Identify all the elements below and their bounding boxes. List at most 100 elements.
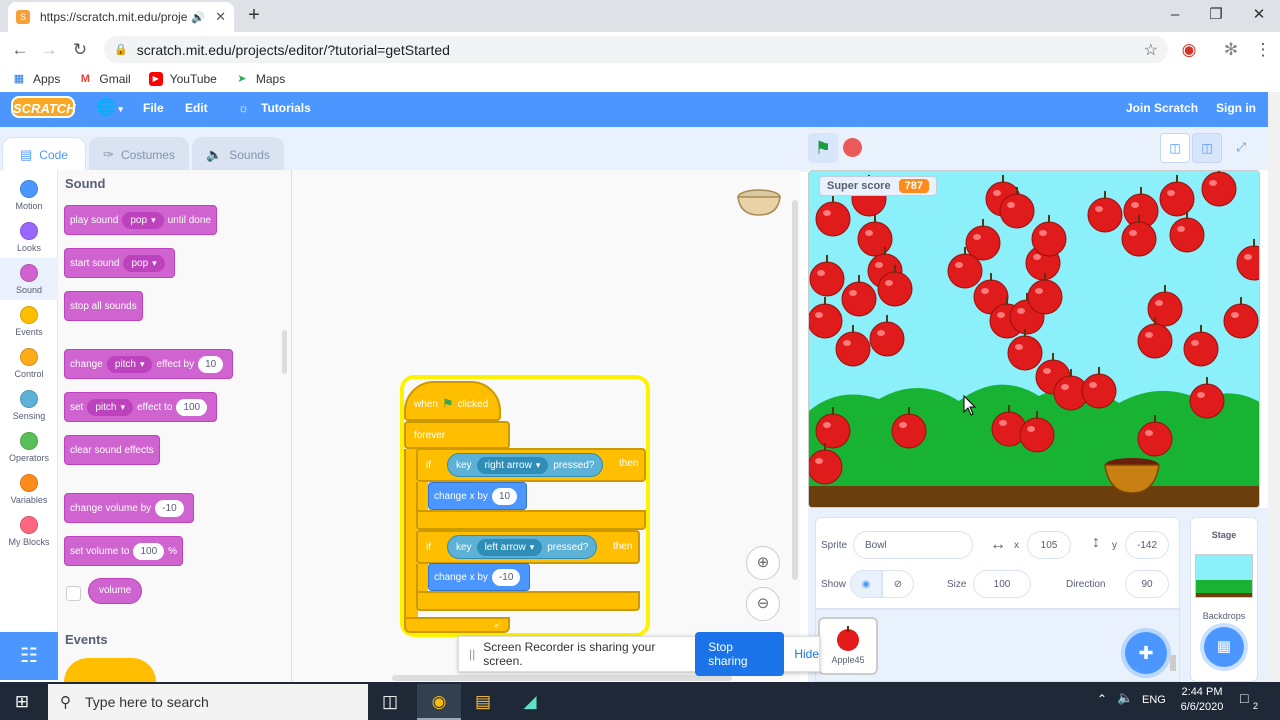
direction-input[interactable]: 90: [1125, 570, 1169, 598]
tab-code[interactable]: ▤ Code: [2, 137, 86, 172]
taskbar-clock[interactable]: 2:44 PM 6/6/2020: [1172, 685, 1232, 715]
recording-icon[interactable]: ◉: [1178, 39, 1200, 61]
volume-monitor-checkbox[interactable]: [66, 586, 81, 601]
page-scrollbar[interactable]: [1268, 92, 1280, 682]
x-input[interactable]: 105: [1027, 531, 1071, 559]
bookmark-maps[interactable]: ➤ Maps: [235, 72, 285, 86]
chrome-menu-icon[interactable]: ⋮: [1252, 39, 1274, 61]
effect-to-input[interactable]: 100: [176, 398, 208, 416]
fullscreen-button[interactable]: ⤢: [1226, 133, 1256, 163]
zoom-out-button[interactable]: ⊖: [746, 587, 780, 621]
key-dropdown[interactable]: left arrow: [476, 538, 543, 556]
sound-dropdown[interactable]: pop: [123, 254, 165, 272]
category-my-blocks[interactable]: My Blocks: [0, 510, 58, 552]
set-volume-input[interactable]: 100: [133, 542, 165, 560]
app-taskbar-icon[interactable]: ◢: [508, 684, 552, 720]
extension-icon[interactable]: ✻: [1220, 39, 1242, 61]
category-sound[interactable]: Sound: [0, 258, 58, 300]
show-hidden-button[interactable]: ⊘: [882, 570, 914, 598]
category-events[interactable]: Events: [0, 300, 58, 342]
change-x-input[interactable]: -10: [491, 568, 521, 586]
green-flag-button[interactable]: ⚑: [808, 133, 838, 163]
script-horizontal-scrollbar[interactable]: [392, 675, 732, 681]
add-extension-button[interactable]: ☷: [0, 632, 58, 680]
add-backdrop-button[interactable]: ▦: [1204, 627, 1244, 667]
language-indicator[interactable]: ENG: [1142, 694, 1166, 706]
back-icon[interactable]: ←: [9, 39, 31, 61]
small-stage-button[interactable]: ◫: [1160, 133, 1190, 163]
block-stop-all-sounds[interactable]: stop all sounds: [64, 291, 143, 321]
category-looks[interactable]: Looks: [0, 216, 58, 258]
effect-dropdown[interactable]: pitch: [87, 398, 133, 416]
drag-handle-icon[interactable]: ||: [469, 647, 475, 661]
bookmark-gmail[interactable]: M Gmail: [78, 72, 131, 86]
sign-in-link[interactable]: Sign in: [1216, 98, 1256, 118]
windows-start-icon[interactable]: ⊞: [0, 684, 44, 720]
stop-sharing-button[interactable]: Stop sharing: [695, 632, 785, 676]
new-tab-button[interactable]: +: [244, 5, 264, 25]
block-play-sound-until-done[interactable]: play sound pop until done: [64, 205, 217, 235]
reload-icon[interactable]: ↻: [69, 39, 91, 61]
stage-canvas[interactable]: [808, 170, 1260, 508]
block-change-x-by-10[interactable]: change x by 10: [428, 482, 528, 510]
minimize-icon[interactable]: –: [1160, 4, 1190, 26]
size-input[interactable]: 100: [973, 570, 1031, 598]
address-bar[interactable]: 🔒 scratch.mit.edu/projects/editor/?tutor…: [104, 36, 1168, 63]
add-sprite-button[interactable]: ✚: [1125, 632, 1167, 674]
hide-recorder-link[interactable]: Hide: [794, 647, 819, 661]
tutorials-icon[interactable]: ☼: [238, 98, 249, 118]
y-input[interactable]: -142: [1125, 531, 1169, 559]
chrome-taskbar-icon[interactable]: ◉: [417, 684, 461, 720]
block-when-flag-clicked-partial[interactable]: [64, 658, 156, 682]
file-explorer-icon[interactable]: ▤: [461, 684, 505, 720]
close-window-icon[interactable]: ✕: [1244, 4, 1274, 26]
tray-expand-icon[interactable]: ⌃: [1097, 692, 1107, 706]
block-key-right-arrow-pressed[interactable]: key right arrow pressed?: [447, 453, 604, 477]
effect-by-input[interactable]: 10: [198, 355, 224, 373]
sprite-name-input[interactable]: Bowl: [853, 531, 973, 559]
category-sensing[interactable]: Sensing: [0, 384, 58, 426]
block-change-effect-by[interactable]: change pitch effect by 10: [64, 349, 234, 379]
volume-icon[interactable]: 🔈: [1117, 690, 1133, 706]
block-set-volume-to[interactable]: set volume to 100 %: [64, 536, 184, 566]
script-vertical-scrollbar[interactable]: [792, 200, 798, 580]
bookmark-youtube[interactable]: ▶ YouTube: [148, 72, 217, 86]
block-change-volume-by[interactable]: change volume by -10: [64, 493, 194, 523]
sound-dropdown[interactable]: pop: [122, 211, 164, 229]
category-variables[interactable]: Variables: [0, 468, 58, 510]
tab-costumes[interactable]: ✑ Costumes: [89, 137, 189, 172]
browser-tab[interactable]: S https://scratch.mit.edu/proje 🔊 ✕: [8, 2, 234, 32]
block-forever[interactable]: forever: [404, 421, 510, 449]
key-dropdown[interactable]: right arrow: [476, 456, 549, 474]
notification-icon[interactable]: □: [1240, 690, 1248, 706]
menu-edit[interactable]: Edit: [185, 98, 208, 118]
normal-stage-button[interactable]: ◫: [1192, 133, 1222, 163]
menu-tutorials[interactable]: Tutorials: [261, 98, 311, 118]
block-when-flag-clicked[interactable]: when ⚑ clicked: [404, 381, 501, 421]
tab-audio-icon[interactable]: 🔊: [191, 11, 205, 24]
stage-target-pane[interactable]: Stage Backdrops ▦: [1190, 517, 1258, 682]
change-volume-input[interactable]: -10: [155, 499, 184, 517]
language-globe-icon[interactable]: 🌐 ▾: [96, 98, 123, 118]
change-x-input[interactable]: 10: [491, 487, 518, 505]
block-start-sound[interactable]: start sound pop: [64, 248, 175, 278]
bookmark-apps[interactable]: ▦ Apps: [12, 72, 61, 86]
forward-icon[interactable]: →: [38, 39, 60, 61]
block-change-x-by-neg10[interactable]: change x by -10: [428, 563, 531, 591]
maximize-icon[interactable]: ❐: [1201, 4, 1231, 26]
block-clear-sound-effects[interactable]: clear sound effects: [64, 435, 160, 465]
task-view-icon[interactable]: ◫: [368, 684, 412, 720]
category-motion[interactable]: Motion: [0, 174, 58, 216]
scratch-logo[interactable]: SCRATCH: [11, 96, 76, 118]
stop-button[interactable]: [843, 138, 862, 157]
category-control[interactable]: Control: [0, 342, 58, 384]
category-operators[interactable]: Operators: [0, 426, 58, 468]
effect-dropdown[interactable]: pitch: [106, 355, 153, 373]
menu-file[interactable]: File: [143, 98, 164, 118]
sprite-tile-apple[interactable]: Apple45: [818, 617, 878, 675]
tab-sounds[interactable]: 🔈 Sounds: [192, 137, 284, 172]
show-visible-button[interactable]: ◉: [850, 570, 882, 598]
sprite-list-scrollbar[interactable]: [1170, 655, 1176, 671]
zoom-in-button[interactable]: ⊕: [746, 546, 780, 580]
tab-close-icon[interactable]: ✕: [215, 9, 226, 25]
